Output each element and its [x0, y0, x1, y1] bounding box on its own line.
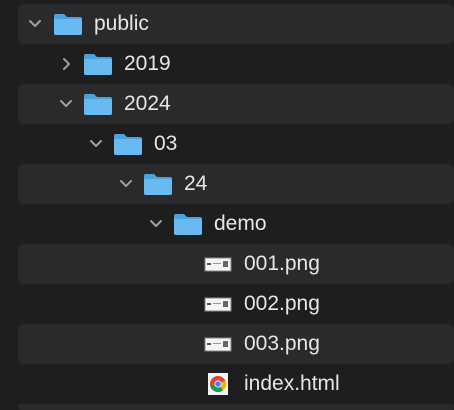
tree-item-label: public [94, 12, 149, 35]
chevron-right-icon[interactable] [58, 56, 74, 72]
tree-item-label: 001.png [244, 252, 320, 275]
tree-item-label: 24 [184, 172, 208, 195]
folder-icon [173, 212, 203, 236]
tree-row-001-png[interactable]: 001.png [18, 244, 454, 284]
folder-icon [113, 132, 143, 156]
chevron-down-icon[interactable] [27, 16, 43, 32]
tree-item-label: demo [214, 212, 267, 235]
tree-row-003-png[interactable]: 003.png [18, 324, 454, 364]
tree-item-label: 03 [154, 132, 178, 155]
chevron-down-icon[interactable] [148, 216, 164, 232]
file-tree: public 2019 2024 03 24 demo 001.png 002.… [0, 0, 454, 410]
png-file-icon [204, 252, 232, 276]
folder-icon [143, 172, 173, 196]
tree-row-03[interactable]: 03 [18, 124, 454, 164]
tree-row-demo[interactable]: demo [18, 204, 454, 244]
tree-item-label: 003.png [244, 332, 320, 355]
png-file-icon [204, 292, 232, 316]
tree-item-label: 2024 [124, 92, 171, 115]
tree-row-index-html[interactable]: index.html [18, 364, 454, 404]
chevron-down-icon[interactable] [118, 176, 134, 192]
folder-icon [53, 12, 83, 36]
chevron-down-icon[interactable] [88, 136, 104, 152]
chevron-down-icon[interactable] [58, 96, 74, 112]
chrome-html-file-icon [204, 372, 232, 396]
tree-row-002-png[interactable]: 002.png [18, 284, 454, 324]
tree-row-2019[interactable]: 2019 [18, 44, 454, 84]
tree-row-24[interactable]: 24 [18, 164, 454, 204]
tree-row-2024[interactable]: 2024 [18, 84, 454, 124]
tree-row-public[interactable]: public [18, 4, 454, 44]
tree-item-label: 2019 [124, 52, 171, 75]
tree-item-label: index.html [244, 372, 340, 395]
folder-icon [83, 92, 113, 116]
tree-row-cutoff [18, 404, 454, 410]
tree-item-label: 002.png [244, 292, 320, 315]
folder-icon [83, 52, 113, 76]
png-file-icon [204, 332, 232, 356]
